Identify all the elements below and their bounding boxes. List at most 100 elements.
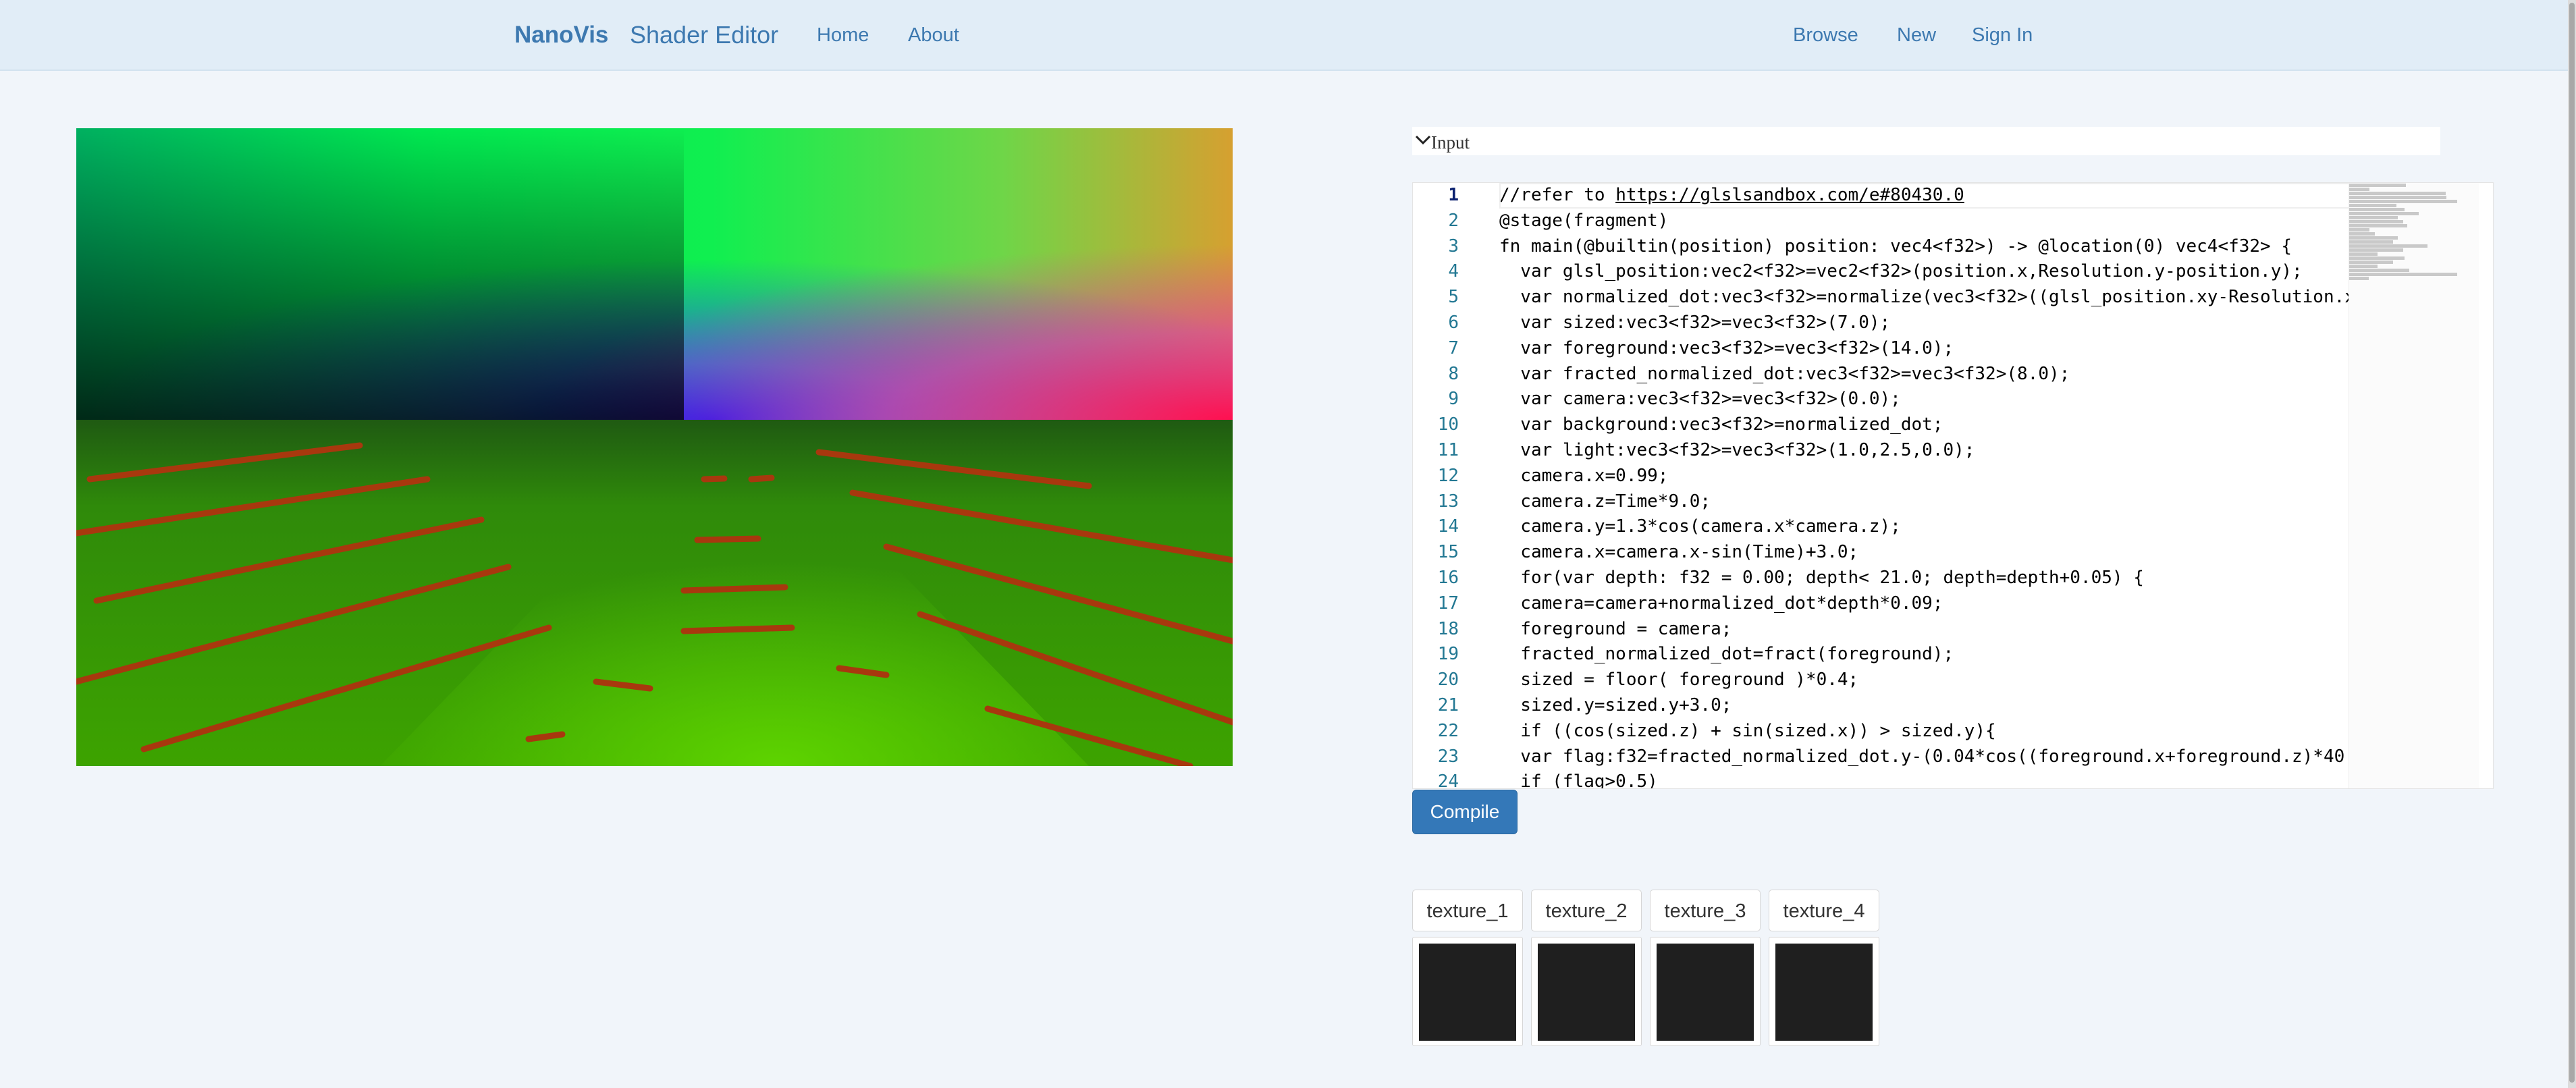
- nav-new-link[interactable]: New: [1897, 24, 1936, 47]
- nav-sign-in-link[interactable]: Sign In: [1972, 24, 2033, 47]
- shader-render-canvas[interactable]: [76, 128, 1233, 766]
- line-number: 10: [1437, 414, 1459, 435]
- code-line[interactable]: camera.y=1.3*cos(camera.x*camera.z);: [1499, 514, 2411, 540]
- input-label: Input: [1431, 132, 1470, 153]
- texture-slot-3[interactable]: [1650, 937, 1761, 1046]
- page-scrollbar[interactable]: [2568, 0, 2576, 1088]
- minimap-line: [2349, 228, 2370, 232]
- code-line[interactable]: sized = floor( foreground )*0.4;: [1499, 668, 2411, 693]
- minimap-line: [2349, 224, 2407, 227]
- texture-tab-4[interactable]: texture_4: [1769, 890, 1879, 931]
- minimap-line: [2349, 208, 2405, 211]
- minimap-line: [2349, 204, 2397, 207]
- minimap-line: [2349, 184, 2406, 187]
- code-line[interactable]: camera.z=Time*9.0;: [1499, 489, 2411, 515]
- line-number: 9: [1448, 389, 1459, 410]
- app-name[interactable]: Shader Editor: [630, 21, 778, 49]
- code-line[interactable]: if (flag>0.5): [1499, 769, 2411, 788]
- minimap-line: [2349, 244, 2427, 248]
- minimap-line: [2349, 200, 2457, 203]
- line-number: 3: [1448, 236, 1459, 256]
- code-line[interactable]: //refer to https://glslsandbox.com/e#804…: [1499, 183, 2411, 209]
- code-url-link[interactable]: https://glslsandbox.com/e#80430.0: [1615, 185, 1964, 205]
- line-number-gutter: 1 2 3 4 5 6 7 8 9 10 11 12 13 14 15 16 17 18 19 20 21 22 23 24: [1413, 183, 1467, 788]
- code-line[interactable]: camera.x=camera.x-sin(Time)+3.0;: [1499, 540, 2411, 566]
- line-number: 14: [1437, 516, 1459, 537]
- code-line[interactable]: @stage(fragment): [1499, 209, 2411, 234]
- code-line[interactable]: var camera:vec3<f32>=vec3<f32>(0.0);: [1499, 387, 2411, 412]
- code-line[interactable]: camera.x=0.99;: [1499, 464, 2411, 489]
- minimap-line: [2349, 220, 2403, 223]
- code-line[interactable]: camera=camera+normalized_dot*depth*0.09;: [1499, 591, 2411, 617]
- code-editor[interactable]: 1 2 3 4 5 6 7 8 9 10 11 12 13 14 15 16 17 18 19 20 21 22 23 24 …: [1412, 182, 2494, 789]
- editor-minimap[interactable]: [2349, 183, 2479, 788]
- code-line[interactable]: var foreground:vec3<f32>=vec3<f32>(14.0)…: [1499, 336, 2411, 362]
- line-number: 11: [1437, 439, 1459, 460]
- line-number: 21: [1437, 695, 1459, 715]
- minimap-line: [2349, 240, 2393, 244]
- line-number: 13: [1437, 491, 1459, 512]
- minimap-line: [2349, 192, 2446, 195]
- code-line[interactable]: foreground = camera;: [1499, 617, 2411, 643]
- minimap-line: [2349, 277, 2369, 280]
- scrollbar-thumb[interactable]: [2569, 3, 2575, 1083]
- code-line[interactable]: var light:vec3<f32>=vec3<f32>(1.0,2.5,0.…: [1499, 438, 2411, 464]
- line-number: 17: [1437, 593, 1459, 614]
- top-navbar: NanoVis Shader Editor Home About Browse …: [0, 0, 2568, 71]
- line-number: 15: [1437, 542, 1459, 563]
- line-number: 8: [1448, 363, 1459, 384]
- input-collapse-toggle[interactable]: Input: [1412, 127, 2440, 155]
- code-area[interactable]: //refer to https://glslsandbox.com/e#804…: [1499, 183, 2411, 788]
- texture-tab-1[interactable]: texture_1: [1412, 890, 1523, 931]
- code-line[interactable]: if ((cos(sized.z) + sin(sized.x)) > size…: [1499, 719, 2411, 744]
- line-number: 6: [1448, 312, 1459, 333]
- minimap-line: [2349, 236, 2398, 240]
- code-line[interactable]: var normalized_dot:vec3<f32>=normalize(v…: [1499, 285, 2411, 310]
- code-line[interactable]: fracted_normalized_dot=fract(foreground)…: [1499, 642, 2411, 668]
- line-number: 5: [1448, 287, 1459, 308]
- texture-tab-2[interactable]: texture_2: [1531, 890, 1642, 931]
- line-number: 24: [1437, 771, 1459, 789]
- minimap-line: [2349, 216, 2398, 219]
- minimap-line: [2349, 269, 2410, 272]
- nav-browse-link[interactable]: Browse: [1793, 24, 1858, 47]
- brand-logo-link[interactable]: NanoVis: [514, 22, 608, 49]
- nav-about-link[interactable]: About: [908, 24, 959, 47]
- line-number: 22: [1437, 720, 1459, 741]
- code-line[interactable]: for(var depth: f32 = 0.00; depth< 21.0; …: [1499, 566, 2411, 591]
- line-number: 7: [1448, 337, 1459, 358]
- minimap-line: [2349, 252, 2378, 256]
- texture-preview: [1657, 944, 1754, 1041]
- shader-output-image: [76, 128, 1233, 766]
- texture-preview: [1538, 944, 1635, 1041]
- line-number: 18: [1437, 618, 1459, 639]
- code-line[interactable]: var glsl_position:vec2<f32>=vec2<f32>(po…: [1499, 259, 2411, 285]
- line-number: 20: [1437, 670, 1459, 690]
- minimap-line: [2349, 188, 2370, 191]
- minimap-line: [2349, 196, 2447, 199]
- code-line[interactable]: var flag:f32=fracted_normalized_dot.y-(0…: [1499, 744, 2411, 770]
- minimap-line: [2349, 212, 2419, 215]
- line-number: 2: [1448, 210, 1459, 231]
- line-number: 16: [1437, 567, 1459, 588]
- code-line[interactable]: var sized:vec3<f32>=vec3<f32>(7.0);: [1499, 310, 2411, 336]
- minimap-line: [2349, 261, 2393, 264]
- texture-preview: [1775, 944, 1873, 1041]
- line-number: 12: [1437, 465, 1459, 486]
- minimap-line: [2349, 273, 2457, 276]
- code-line[interactable]: var fracted_normalized_dot:vec3<f32>=vec…: [1499, 362, 2411, 387]
- code-line[interactable]: var background:vec3<f32>=normalized_dot;: [1499, 412, 2411, 438]
- line-number: 19: [1437, 644, 1459, 665]
- texture-slot-1[interactable]: [1412, 937, 1523, 1046]
- texture-slot-2[interactable]: [1531, 937, 1642, 1046]
- minimap-line: [2349, 265, 2378, 268]
- code-line[interactable]: sized.y=sized.y+3.0;: [1499, 693, 2411, 719]
- line-number: 1: [1448, 185, 1459, 205]
- texture-slot-4[interactable]: [1769, 937, 1879, 1046]
- texture-tab-3[interactable]: texture_3: [1650, 890, 1761, 931]
- compile-button[interactable]: Compile: [1412, 790, 1518, 834]
- minimap-line: [2349, 256, 2405, 260]
- chevron-down-icon: [1415, 135, 1431, 145]
- code-line[interactable]: fn main(@builtin(position) position: vec…: [1499, 234, 2411, 260]
- nav-home-link[interactable]: Home: [817, 24, 869, 47]
